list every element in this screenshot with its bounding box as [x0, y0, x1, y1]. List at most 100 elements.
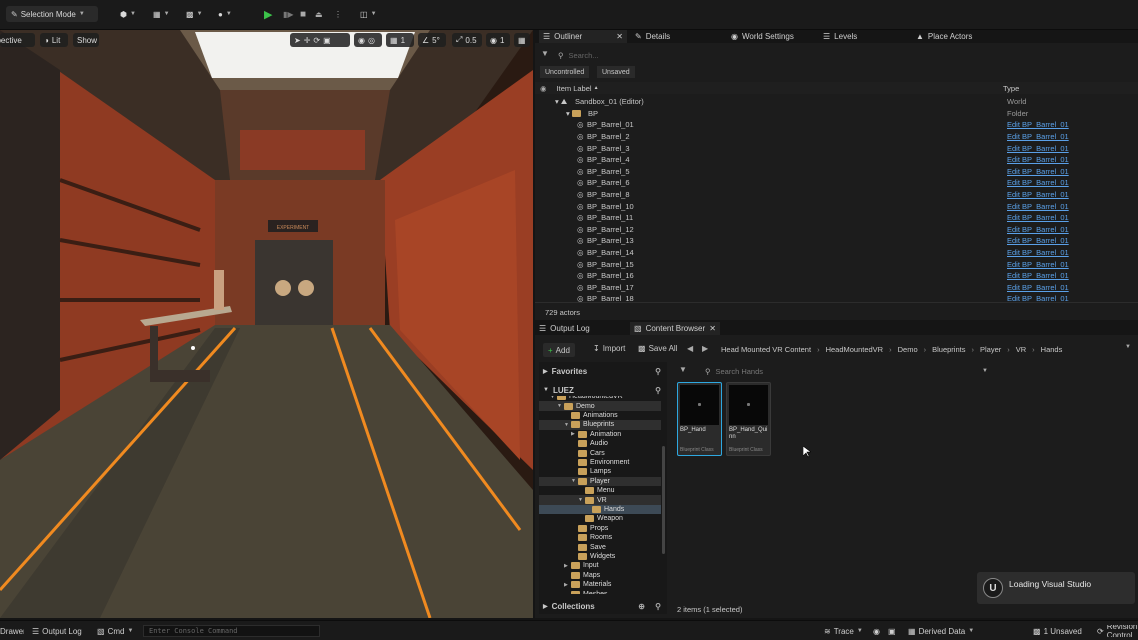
trace-dropdown[interactable]: ≋ Trace ▼: [824, 625, 863, 637]
folder-tree-item[interactable]: ▼ Player: [539, 476, 661, 486]
col-item-label[interactable]: Item Label: [557, 84, 592, 93]
history-forward-icon[interactable]: ▶: [702, 344, 708, 353]
tab-content-browser[interactable]: ▧ Content Browser ✕: [630, 322, 720, 335]
filter-uncontrolled-chip[interactable]: Uncontrolled: [540, 66, 590, 78]
breadcrumb-separator-icon[interactable]: ›: [924, 345, 927, 354]
edit-blueprint-link[interactable]: Edit BP_Barrel_01: [1007, 202, 1069, 211]
favorites-header[interactable]: ▶ Favorites ⚲: [543, 365, 667, 377]
tab-output-log[interactable]: ☰ Output Log: [539, 322, 590, 335]
breadcrumb-item[interactable]: Player: [980, 345, 1001, 354]
outliner-row[interactable]: ◎ BP_Barrel_15 Edit BP_Barrel_01: [535, 258, 1138, 270]
breadcrumb-separator-icon[interactable]: ›: [817, 345, 820, 354]
edit-blueprint-link[interactable]: Edit BP_Barrel_01: [1007, 260, 1069, 269]
tab-place-actors[interactable]: ▲ Place Actors: [916, 30, 972, 43]
filter-unsaved-chip[interactable]: Unsaved: [597, 66, 635, 78]
tree-scrollbar[interactable]: [662, 446, 665, 554]
collections-header[interactable]: ▶ Collections ⊕ ⚲: [543, 600, 667, 612]
folder-tree-item[interactable]: ▶ Animation: [539, 430, 661, 439]
edit-blueprint-link[interactable]: Edit BP_Barrel_01: [1007, 132, 1069, 141]
folder-tree-item[interactable]: ▼ VR: [539, 495, 661, 505]
outliner-row[interactable]: ◎ BP_Barrel_2 Edit BP_Barrel_01: [535, 131, 1138, 143]
selection-mode-dropdown[interactable]: ✎ Selection Mode ▼: [6, 6, 98, 22]
chevron-down-icon[interactable]: ▼: [550, 396, 557, 400]
play-button[interactable]: ▶: [264, 6, 272, 22]
folder-tree-item[interactable]: Lamps: [539, 467, 661, 476]
breadcrumb-item[interactable]: Blueprints: [932, 345, 965, 354]
outliner-row[interactable]: ◎ BP_Barrel_3 Edit BP_Barrel_01: [535, 142, 1138, 154]
folder-tree-item[interactable]: Audio: [539, 439, 661, 448]
outliner-row[interactable]: ◎ BP_Barrel_11 Edit BP_Barrel_01: [535, 212, 1138, 224]
breadcrumb-item[interactable]: VR: [1016, 345, 1026, 354]
outliner-row[interactable]: ◎ BP_Barrel_4 Edit BP_Barrel_01: [535, 154, 1138, 166]
breadcrumb-item[interactable]: HeadMountedVR: [826, 345, 884, 354]
folder-tree-item[interactable]: Hands: [539, 504, 661, 515]
lit-button[interactable]: ◑ Lit: [40, 33, 68, 47]
filter-icon[interactable]: ▼: [541, 49, 549, 58]
outliner-row[interactable]: ◎ BP_Barrel_5 Edit BP_Barrel_01: [535, 166, 1138, 178]
edit-blueprint-link[interactable]: Edit BP_Barrel_01: [1007, 120, 1069, 129]
derived-data-button[interactable]: ▦ Derived Data ▼: [908, 625, 974, 637]
cinematics-button[interactable]: ▩ ▼: [186, 6, 203, 22]
level-viewport[interactable]: EXPERIMENT Perspective ◑Lit Show ➤✛⟳▣ ◉◎…: [0, 30, 533, 618]
outliner-row[interactable]: ◎ BP_Barrel_10 Edit BP_Barrel_01: [535, 200, 1138, 212]
cmd-dropdown[interactable]: ▧ Cmd ▼: [97, 625, 133, 637]
edit-blueprint-link[interactable]: Edit BP_Barrel_01: [1007, 248, 1069, 257]
folder-tree-item[interactable]: ▼ Blueprints: [539, 420, 661, 430]
rotation-snap-button[interactable]: ∠ 5°: [418, 33, 446, 47]
folder-tree-item[interactable]: Animations: [539, 411, 661, 420]
edit-blueprint-link[interactable]: Edit BP_Barrel_01: [1007, 190, 1069, 199]
unsaved-button[interactable]: ▩ 1 Unsaved: [1033, 625, 1082, 637]
tab-details[interactable]: ✎ Details: [635, 30, 670, 43]
asset-tile-bp-hand[interactable]: BP_Hand Blueprint Class: [677, 382, 722, 456]
outliner-row[interactable]: ◎ BP_Barrel_17 Edit BP_Barrel_01: [535, 282, 1138, 294]
chevron-right-icon[interactable]: ▶: [564, 582, 571, 588]
platforms-button[interactable]: ◫ ▼: [360, 6, 377, 22]
chevron-down-icon[interactable]: ▼: [578, 497, 585, 503]
add-content-button[interactable]: ⬢ ▼: [120, 6, 136, 22]
eye-icon[interactable]: ◉: [540, 84, 547, 93]
breadcrumb-item[interactable]: Hands: [1041, 345, 1063, 354]
stop-button[interactable]: ■: [300, 6, 306, 22]
outliner-row[interactable]: ◎ BP_Barrel_18 Edit BP_Barrel_01: [535, 293, 1138, 305]
edit-blueprint-link[interactable]: Edit BP_Barrel_01: [1007, 167, 1069, 176]
folder-tree-item[interactable]: Environment: [539, 458, 661, 467]
chevron-down-icon[interactable]: ▼: [557, 403, 564, 409]
outliner-row[interactable]: ◎ BP_Barrel_8 Edit BP_Barrel_01: [535, 189, 1138, 201]
edit-blueprint-link[interactable]: Edit BP_Barrel_01: [1007, 271, 1069, 280]
tab-levels[interactable]: ☰ Levels: [823, 30, 857, 43]
folder-tree-item[interactable]: ▼ Demo: [539, 401, 661, 411]
breadcrumb-separator-icon[interactable]: ›: [971, 345, 974, 354]
build-options-button[interactable]: ● ▼: [218, 6, 232, 22]
save-all-button[interactable]: ▩ Save All: [638, 344, 677, 353]
outliner-row[interactable]: ◎ BP_Barrel_6 Edit BP_Barrel_01: [535, 177, 1138, 189]
breadcrumb-item[interactable]: Demo: [898, 345, 918, 354]
breadcrumb-separator-icon[interactable]: ›: [1007, 345, 1010, 354]
chevron-right-icon[interactable]: ▶: [564, 563, 571, 569]
folder-tree-item[interactable]: Weapon: [539, 514, 661, 523]
folder-tree-item[interactable]: Widgets: [539, 552, 661, 561]
outliner-row[interactable]: ▾ BP Folder: [535, 108, 1138, 120]
revision-control-button[interactable]: ⟳ Revision Control: [1097, 625, 1138, 637]
asset-tile-bp-hand-quinn[interactable]: BP_Hand_Quinn Blueprint Class: [726, 382, 771, 456]
edit-blueprint-link[interactable]: Edit BP_Barrel_01: [1007, 213, 1069, 222]
show-button[interactable]: Show: [73, 33, 99, 47]
chevron-down-icon[interactable]: ▼: [571, 478, 578, 484]
perspective-button[interactable]: Perspective: [0, 33, 35, 47]
output-log-button[interactable]: ☰ Output Log: [32, 625, 82, 637]
folder-tree-item[interactable]: Cars: [539, 448, 661, 457]
chevron-down-icon[interactable]: ▼: [564, 422, 571, 428]
play-options-button[interactable]: ⋮: [334, 6, 342, 22]
outliner-row[interactable]: ▾ ⛰ Sandbox_01 (Editor) World: [535, 96, 1138, 108]
import-button[interactable]: ↧ Import: [593, 344, 625, 353]
capture-icon[interactable]: ▣: [888, 625, 896, 637]
close-icon[interactable]: ✕: [709, 324, 716, 333]
search-icon[interactable]: ⚲: [655, 602, 661, 611]
breadcrumb-item[interactable]: Head Mounted VR Content: [721, 345, 811, 354]
edit-blueprint-link[interactable]: Edit BP_Barrel_01: [1007, 155, 1069, 164]
outliner-row[interactable]: ◎ BP_Barrel_12 Edit BP_Barrel_01: [535, 224, 1138, 236]
content-drawer-button[interactable]: Drawer: [0, 625, 24, 637]
folder-tree-item[interactable]: Save: [539, 542, 661, 551]
record-icon[interactable]: ◉: [873, 625, 880, 637]
filter-icon[interactable]: ▼: [679, 365, 687, 374]
blueprints-button[interactable]: ▦ ▼: [153, 6, 170, 22]
